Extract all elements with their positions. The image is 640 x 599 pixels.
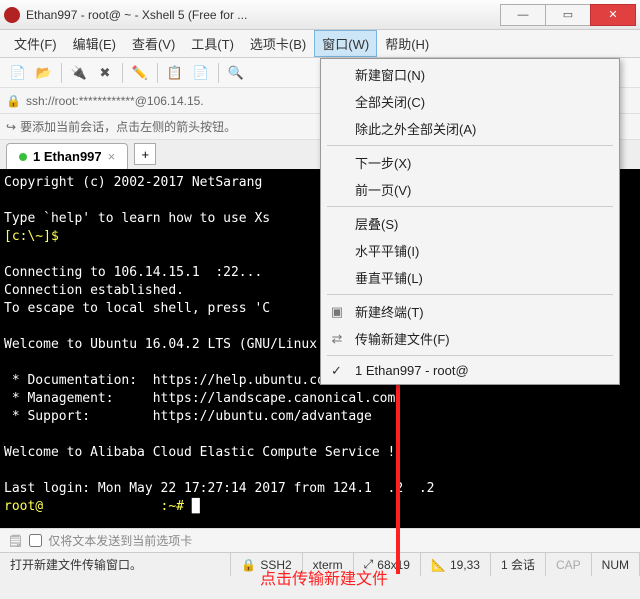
menu-tools[interactable]: 工具(T): [183, 30, 242, 57]
tab-label: 1 Ethan997: [33, 149, 102, 164]
menubar: 文件(F) 编辑(E) 查看(V) 工具(T) 选项卡(B) 窗口(W) 帮助(…: [0, 30, 640, 58]
transfer-icon: ⇄: [329, 331, 345, 347]
send-icon: 🗒: [8, 534, 23, 548]
annotation-arrow: [396, 356, 400, 574]
menu-new-transfer[interactable]: ⇄传输新建文件(F): [321, 325, 619, 352]
menu-prev[interactable]: 前一页(V): [321, 176, 619, 203]
term-line: Connection established.: [4, 283, 184, 298]
app-icon: [4, 7, 20, 23]
term-prompt: [c:\~]$: [4, 229, 59, 244]
term-line: Welcome to Alibaba Cloud Elastic Compute…: [4, 445, 395, 460]
new-session-icon[interactable]: 📄: [6, 61, 30, 85]
tab-add-button[interactable]: +: [134, 143, 156, 165]
term-line: Copyright (c) 2002-2017 NetSarang: [4, 175, 270, 190]
menu-window[interactable]: 窗口(W): [314, 30, 377, 57]
menu-tile-v[interactable]: 垂直平铺(L): [321, 264, 619, 291]
status-num: NUM: [592, 553, 640, 576]
window-title: Ethan997 - root@ ~ - Xshell 5 (Free for …: [26, 8, 501, 22]
separator: [218, 63, 219, 83]
menu-edit[interactable]: 编辑(E): [65, 30, 124, 57]
separator: [157, 63, 158, 83]
status-dot-icon: [19, 153, 27, 161]
term-line: * Management: https://landscape.canonica…: [4, 391, 395, 406]
disconnect-icon[interactable]: ✖: [93, 61, 117, 85]
status-sessions: 1 会话: [491, 553, 546, 576]
status-hint: 打开新建文件传输窗口。: [0, 553, 231, 576]
send-current-tab-checkbox[interactable]: [29, 534, 42, 547]
window-controls: — ▭ ✕: [501, 4, 636, 26]
menu-cascade[interactable]: 层叠(S): [321, 210, 619, 237]
separator: [122, 63, 123, 83]
close-button[interactable]: ✕: [590, 4, 636, 26]
menu-view[interactable]: 查看(V): [124, 30, 183, 57]
terminal-icon: ▣: [329, 304, 345, 320]
term-line: * Support: https://ubuntu.com/advantage: [4, 409, 372, 424]
send-label: 仅将文本发送到当前选项卡: [48, 532, 192, 549]
tab-session[interactable]: 1 Ethan997 ×: [6, 143, 128, 169]
term-line: Connecting to 106.14.15.1 :22...: [4, 265, 262, 280]
term-line: To escape to local shell, press 'C: [4, 301, 270, 316]
lock-icon: 🔒: [6, 94, 20, 108]
menu-file[interactable]: 文件(F): [6, 30, 65, 57]
menu-tile-h[interactable]: 水平平铺(I): [321, 237, 619, 264]
paste-icon[interactable]: 📄: [189, 61, 213, 85]
hint-text: 要添加当前会话，点击左侧的箭头按钮。: [20, 118, 236, 135]
status-pos: 📐 19,33: [421, 553, 491, 576]
term-line: Last login: Mon May 22 17:27:14 2017 fro…: [4, 481, 434, 496]
separator: [61, 63, 62, 83]
copy-icon[interactable]: 📋: [163, 61, 187, 85]
reconnect-icon[interactable]: 🔌: [67, 61, 91, 85]
menu-help[interactable]: 帮助(H): [377, 30, 437, 57]
properties-icon[interactable]: ✏️: [128, 61, 152, 85]
titlebar: Ethan997 - root@ ~ - Xshell 5 (Free for …: [0, 0, 640, 30]
menu-session-entry[interactable]: 1 Ethan997 - root@: [321, 359, 619, 382]
separator: [327, 206, 613, 207]
status-cap: CAP: [546, 553, 592, 576]
separator: [327, 294, 613, 295]
menu-next[interactable]: 下一步(X): [321, 149, 619, 176]
term-line: * Documentation: https://help.ubuntu.com: [4, 373, 333, 388]
minimize-button[interactable]: —: [500, 4, 546, 26]
menu-close-others[interactable]: 除此之外全部关闭(A): [321, 115, 619, 142]
menu-tabs[interactable]: 选项卡(B): [242, 30, 314, 57]
term-prompt: root@ :~#: [4, 499, 192, 514]
menu-close-all[interactable]: 全部关闭(C): [321, 88, 619, 115]
annotation-text: 点击传输新建文件: [260, 565, 388, 589]
hint-icon: ↪: [6, 120, 16, 134]
address-text[interactable]: ssh://root:************@106.14.15.: [26, 94, 204, 108]
open-icon[interactable]: 📂: [32, 61, 56, 85]
maximize-button[interactable]: ▭: [545, 4, 591, 26]
find-icon[interactable]: 🔍: [224, 61, 248, 85]
menu-new-terminal[interactable]: ▣新建终端(T): [321, 298, 619, 325]
separator: [327, 145, 613, 146]
tab-close-icon[interactable]: ×: [108, 149, 116, 164]
menu-new-window[interactable]: 新建窗口(N): [321, 61, 619, 88]
sendbar: 🗒 仅将文本发送到当前选项卡: [0, 528, 640, 552]
term-line: Type `help' to learn how to use Xs: [4, 211, 270, 226]
separator: [327, 355, 613, 356]
window-menu-dropdown: 新建窗口(N) 全部关闭(C) 除此之外全部关闭(A) 下一步(X) 前一页(V…: [320, 58, 620, 385]
